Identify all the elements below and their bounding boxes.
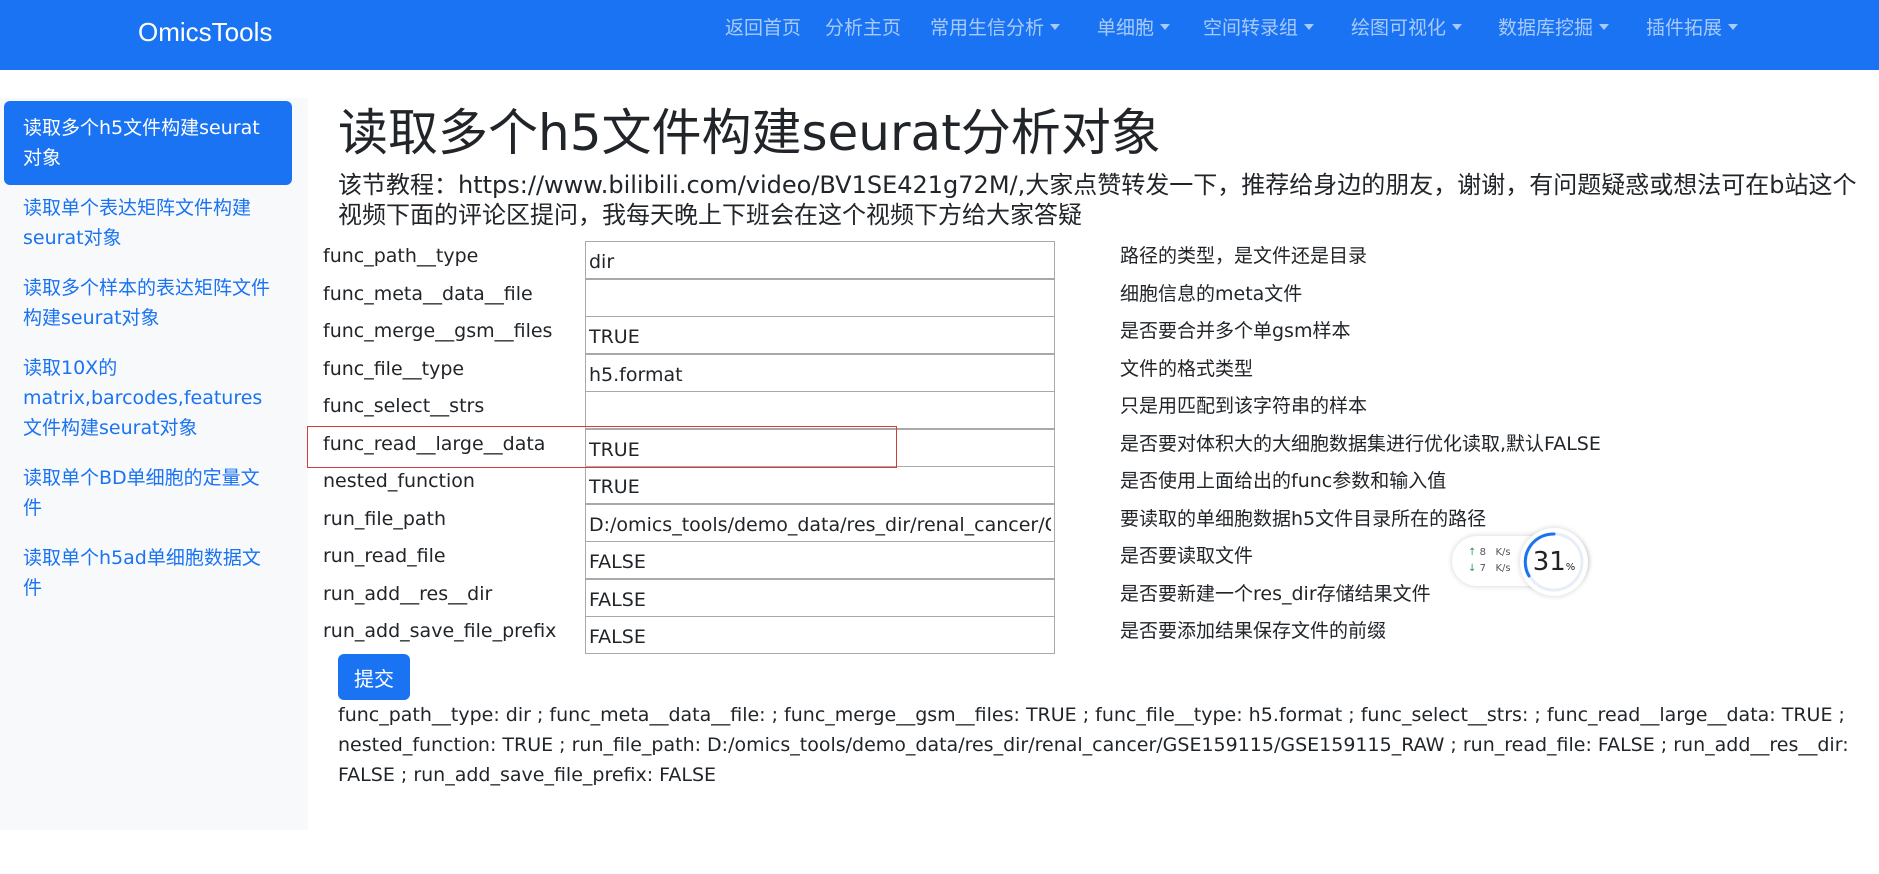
caret-down-icon bbox=[1050, 24, 1061, 30]
param-row: run_read_file 是否要读取文件 bbox=[0, 541, 1879, 579]
param-description: 文件的格式类型 bbox=[1120, 358, 1254, 380]
nav-item-label: 分析主页 bbox=[825, 17, 902, 39]
param-label: func_select__strs bbox=[323, 395, 485, 417]
param-label: func_read__large__data bbox=[323, 433, 546, 455]
param-description: 只是用匹配到该字符串的样本 bbox=[1120, 395, 1368, 417]
speed-unit: K/s bbox=[1495, 547, 1511, 558]
param-row: nested_function 是否使用上面给出的func参数和输入值 bbox=[0, 466, 1879, 504]
param-row: func_meta__data__file 细胞信息的meta文件 bbox=[0, 279, 1879, 317]
param-description: 是否使用上面给出的func参数和输入值 bbox=[1120, 470, 1447, 492]
param-label: run_file_path bbox=[323, 508, 447, 530]
param-description: 是否要对体积大的大细胞数据集进行优化读取,默认FALSE bbox=[1120, 433, 1601, 455]
caret-down-icon bbox=[1452, 24, 1463, 30]
speed-unit: K/s bbox=[1495, 563, 1511, 574]
usage-percent-value: 31 bbox=[1532, 547, 1566, 577]
nav-item-label: 空间转录组 bbox=[1203, 17, 1299, 39]
params-summary: func_path__type: dir ; func_meta__data__… bbox=[338, 704, 1849, 786]
param-row: func_merge__gsm__files 是否要合并多个单gsm样本 bbox=[0, 316, 1879, 354]
nav-item-label: 单细胞 bbox=[1097, 17, 1155, 39]
nav-item-label: 插件拓展 bbox=[1646, 17, 1723, 39]
param-label: run_add_save_file_prefix bbox=[323, 620, 557, 642]
param-label: func_meta__data__file bbox=[323, 283, 533, 305]
brand-logo[interactable]: OmicsTools bbox=[138, 14, 272, 50]
download-value: 7 bbox=[1479, 563, 1486, 574]
param-input-run-add-res-dir[interactable] bbox=[585, 579, 1055, 617]
download-speed: ↓ 7 K/s bbox=[1468, 563, 1511, 575]
param-description: 是否要添加结果保存文件的前缀 bbox=[1120, 620, 1387, 642]
caret-down-icon bbox=[1599, 24, 1610, 30]
param-input-func-read-large-data[interactable] bbox=[585, 429, 1055, 467]
usage-percent: 31% bbox=[1520, 528, 1588, 596]
param-input-run-file-path[interactable] bbox=[585, 504, 1055, 542]
memory-usage-gauge[interactable]: 31% bbox=[1520, 528, 1588, 596]
nav-item-label: 常用生信分析 bbox=[930, 17, 1045, 39]
param-input-func-meta-data-file[interactable] bbox=[585, 279, 1055, 317]
param-input-run-add-save-file-prefix[interactable] bbox=[585, 616, 1055, 654]
upload-speed: ↑ 8 K/s bbox=[1468, 547, 1511, 559]
param-label: func_file__type bbox=[323, 358, 465, 380]
param-input-func-file-type[interactable] bbox=[585, 354, 1055, 392]
percent-sign: % bbox=[1565, 562, 1576, 573]
nav-item-analysis-home[interactable]: 分析主页 bbox=[825, 10, 901, 46]
nav-item-visualization[interactable]: 绘图可视化 bbox=[1351, 10, 1463, 46]
param-label: func_merge__gsm__files bbox=[323, 320, 553, 342]
caret-down-icon bbox=[1304, 24, 1315, 30]
caret-down-icon bbox=[1728, 24, 1739, 30]
param-row: run_add_save_file_prefix 是否要添加结果保存文件的前缀 bbox=[0, 616, 1879, 654]
param-row: run_file_path 要读取的单细胞数据h5文件目录所在的路径 bbox=[0, 504, 1879, 542]
top-navbar: OmicsTools 返回首页 分析主页 常用生信分析 单细胞 空间转录组 绘图… bbox=[0, 0, 1879, 70]
tutorial-description: 该节教程：https://www.bilibili.com/video/BV1S… bbox=[338, 171, 1857, 229]
param-label: func_path__type bbox=[323, 245, 479, 267]
arrow-down-icon: ↓ bbox=[1468, 563, 1477, 574]
param-row: run_add__res__dir 是否要新建一个res_dir存储结果文件 bbox=[0, 579, 1879, 617]
param-label: nested_function bbox=[323, 470, 475, 492]
nav-item-label: 数据库挖掘 bbox=[1498, 17, 1594, 39]
param-row: func_read__large__data 是否要对体积大的大细胞数据集进行优… bbox=[0, 429, 1879, 467]
param-row: func_file__type 文件的格式类型 bbox=[0, 354, 1879, 392]
param-description: 要读取的单细胞数据h5文件目录所在的路径 bbox=[1120, 508, 1487, 530]
nav-item-home[interactable]: 返回首页 bbox=[725, 10, 801, 46]
nav-item-plugins[interactable]: 插件拓展 bbox=[1646, 10, 1739, 46]
param-description: 是否要新建一个res_dir存储结果文件 bbox=[1120, 583, 1431, 605]
param-input-func-path-type[interactable] bbox=[585, 241, 1055, 279]
param-input-nested-function[interactable] bbox=[585, 466, 1055, 504]
param-description: 是否要读取文件 bbox=[1120, 545, 1254, 567]
nav-item-label: 绘图可视化 bbox=[1351, 17, 1447, 39]
param-row: func_path__type 路径的类型，是文件还是目录 bbox=[0, 241, 1879, 279]
param-input-run-read-file[interactable] bbox=[585, 541, 1055, 579]
param-description: 路径的类型，是文件还是目录 bbox=[1120, 245, 1368, 267]
param-input-func-select-strs[interactable] bbox=[585, 391, 1055, 429]
nav-item-database[interactable]: 数据库挖掘 bbox=[1498, 10, 1610, 46]
arrow-up-icon: ↑ bbox=[1468, 547, 1477, 558]
param-row: func_select__strs 只是用匹配到该字符串的样本 bbox=[0, 391, 1879, 429]
nav-item-label: 返回首页 bbox=[725, 17, 802, 39]
nav-item-single-cell[interactable]: 单细胞 bbox=[1097, 10, 1171, 46]
sidebar-item-read-multi-h5[interactable]: 读取多个h5文件构建seurat对象 bbox=[4, 101, 292, 185]
param-description: 是否要合并多个单gsm样本 bbox=[1120, 320, 1351, 342]
page-title: 读取多个h5文件构建seurat分析对象 bbox=[338, 104, 1161, 162]
param-description: 细胞信息的meta文件 bbox=[1120, 283, 1303, 305]
caret-down-icon bbox=[1160, 24, 1171, 30]
param-label: run_read_file bbox=[323, 545, 446, 567]
upload-value: 8 bbox=[1479, 547, 1486, 558]
submit-button[interactable]: 提交 bbox=[338, 654, 410, 700]
param-label: run_add__res__dir bbox=[323, 583, 493, 605]
nav-item-spatial[interactable]: 空间转录组 bbox=[1203, 10, 1315, 46]
param-input-func-merge-gsm-files[interactable] bbox=[585, 316, 1055, 354]
nav-item-common-bioinfo[interactable]: 常用生信分析 bbox=[930, 10, 1061, 46]
